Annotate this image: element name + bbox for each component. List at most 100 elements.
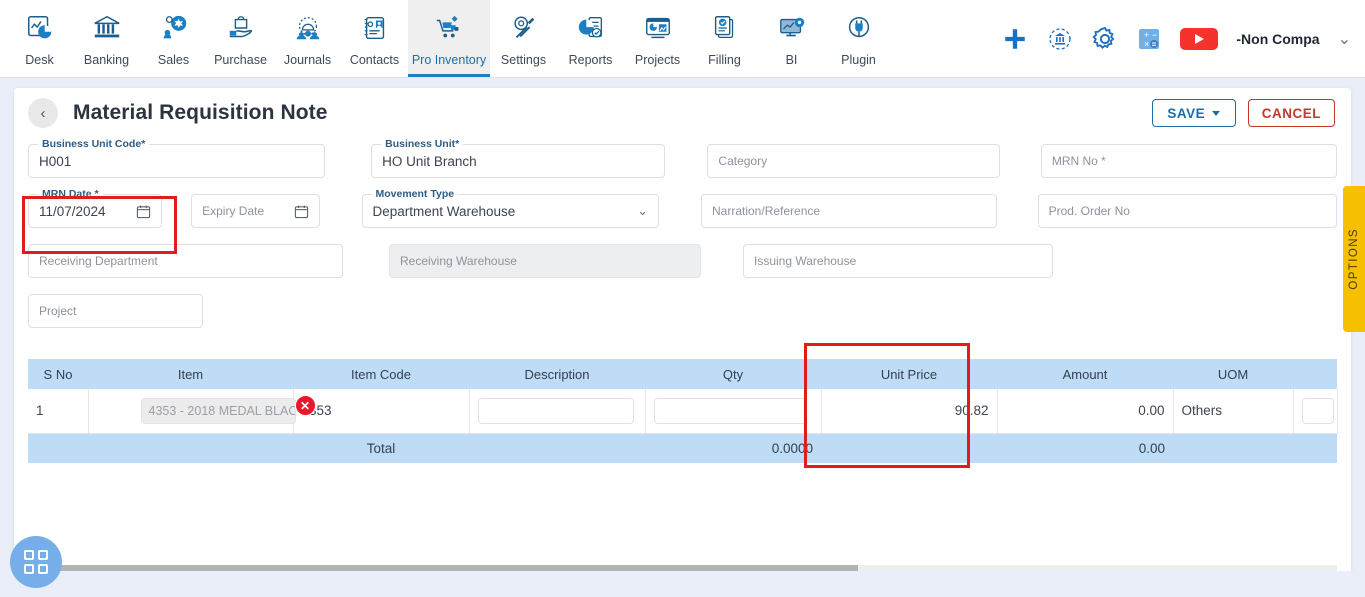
sales-icon [159,8,189,48]
nav-item-contacts[interactable]: Contacts [341,0,408,77]
nav-item-projects[interactable]: Projects [624,0,691,77]
cell-item-code: 4353 [293,389,470,434]
nav-items: Desk Banking Sales Purchase Journals Con… [0,0,892,77]
receiving-department-field[interactable]: Receiving Department [28,244,343,278]
nav-label-projects: Projects [634,53,681,67]
total-spacer-5 [1173,433,1293,463]
item-select-input[interactable]: 4353 - 2018 MEDAL BLAC [140,397,296,424]
col-item-code: Item Code [293,359,469,389]
form-row-4: Project [28,294,1337,328]
total-label: Total [293,433,469,463]
project-placeholder: Project [39,304,77,318]
nav-item-plugin[interactable]: Plugin [825,0,892,77]
cell-extra[interactable] [1293,389,1338,434]
cell-unit-price[interactable]: 90.82 [821,389,998,434]
save-button[interactable]: SAVE [1151,99,1236,127]
options-tab[interactable]: OPTIONS [1343,186,1365,332]
col-s-no: S No [28,359,88,389]
movement-type-field[interactable]: Movement Type Department Warehouse ⌄ [361,188,659,228]
project-field[interactable]: Project [28,294,203,328]
cell-item[interactable]: 4353 - 2018 MEDAL BLAC ✕ [88,389,316,434]
category-placeholder: Category [718,154,768,168]
form-row-3: Receiving Department Receiving Warehouse… [28,244,1337,278]
total-amount: 0.00 [997,433,1173,463]
prod-order-no-placeholder: Prod. Order No [1048,204,1130,218]
calendar-icon[interactable] [136,204,151,219]
plus-icon[interactable] [1002,26,1028,52]
cell-description[interactable] [469,389,646,434]
receiving-department-placeholder: Receiving Department [39,254,158,268]
youtube-play-icon[interactable] [1180,26,1219,52]
calendar-icon[interactable] [294,204,309,219]
col-unit-price: Unit Price [821,359,997,389]
chevron-down-icon[interactable]: ⌄ [637,203,648,219]
total-spacer-3 [469,433,645,463]
col-description: Description [469,359,645,389]
save-label: SAVE [1167,105,1206,121]
delete-row-icon[interactable]: ✕ [294,395,316,416]
contacts-icon [360,8,390,48]
movement-type-label: Movement Type [371,188,459,200]
cell-qty[interactable] [645,389,822,434]
back-button[interactable]: ‹ [28,98,58,128]
business-unit-value: HO Unit Branch [382,153,477,169]
extra-input[interactable] [1301,397,1334,424]
settings-icon [509,8,539,48]
cancel-button[interactable]: CANCEL [1247,99,1335,127]
nav-item-desk[interactable]: Desk [6,0,73,77]
col-amount: Amount [997,359,1173,389]
plugin-icon [844,8,874,48]
requisition-form: Business Unit Code* H001 Business Unit* … [14,138,1351,328]
nav-item-bi[interactable]: BI [758,0,825,77]
bank-icon [92,8,122,48]
projects-icon [643,8,673,48]
total-spacer-6 [1293,433,1337,463]
issuing-warehouse-field[interactable]: Issuing Warehouse [743,244,1053,278]
nav-item-sales[interactable]: Sales [140,0,207,77]
company-name[interactable]: -Non Compa [1236,31,1319,47]
nav-item-filling[interactable]: Filling [691,0,758,77]
table-total-row: Total 0.0000 0.00 [28,433,1337,463]
category-field[interactable]: Category [707,144,1000,178]
line-items-table-wrapper: S No Item Item Code Description Qty Unit… [28,359,1338,463]
narration-placeholder: Narration/Reference [712,204,821,218]
expiry-date-field[interactable]: Expiry Date [191,194,320,228]
nav-label-desk: Desk [25,53,54,67]
narration-field[interactable]: Narration/Reference [701,194,997,228]
top-navigation-bar: Desk Banking Sales Purchase Journals Con… [0,0,1365,78]
table-row: 1 4353 - 2018 MEDAL BLAC ✕ 4353 90.82 0.… [28,389,1338,434]
apps-grid-icon [24,550,48,574]
chevron-down-icon[interactable]: ⌄ [1338,29,1351,49]
mrn-no-field[interactable]: MRN No * [1040,144,1337,178]
nav-item-settings[interactable]: Settings [490,0,557,77]
col-extra [1293,359,1337,389]
apps-fab-button[interactable] [10,536,62,588]
bi-icon [777,8,807,48]
nav-item-purchase[interactable]: Purchase [207,0,274,77]
prod-order-no-field[interactable]: Prod. Order No [1037,194,1337,228]
nav-item-reports[interactable]: Reports [557,0,624,77]
business-unit-field[interactable]: Business Unit* HO Unit Branch [371,138,666,178]
cell-uom: Others [1173,389,1294,434]
cell-s-no: 1 [28,389,89,434]
svg-text:−: − [1152,30,1157,40]
material-requisition-card: ‹ Material Requisition Note SAVE CANCEL … [14,88,1351,571]
total-qty: 0.0000 [645,433,821,463]
nav-item-banking[interactable]: Banking [73,0,140,77]
calculator-icon[interactable]: + − × [1136,26,1162,52]
expiry-date-placeholder: Expiry Date [202,204,265,218]
inventory-icon [434,8,464,48]
nav-item-journals[interactable]: Journals [274,0,341,77]
qty-input[interactable] [653,397,806,424]
business-unit-code-field[interactable]: Business Unit Code* H001 [28,138,326,178]
nav-item-pro-inventory[interactable]: Pro Inventory [408,0,490,77]
gear-icon[interactable] [1092,26,1118,52]
mrn-date-field[interactable]: MRN Date * 11/07/2024 [28,188,163,228]
bank-sync-icon[interactable] [1046,25,1074,53]
footer-strip [0,571,1365,597]
svg-text:×: × [1144,39,1149,49]
description-input[interactable] [477,397,634,424]
col-qty: Qty [645,359,821,389]
cell-amount: 0.00 [997,389,1174,434]
col-item: Item [88,359,293,389]
